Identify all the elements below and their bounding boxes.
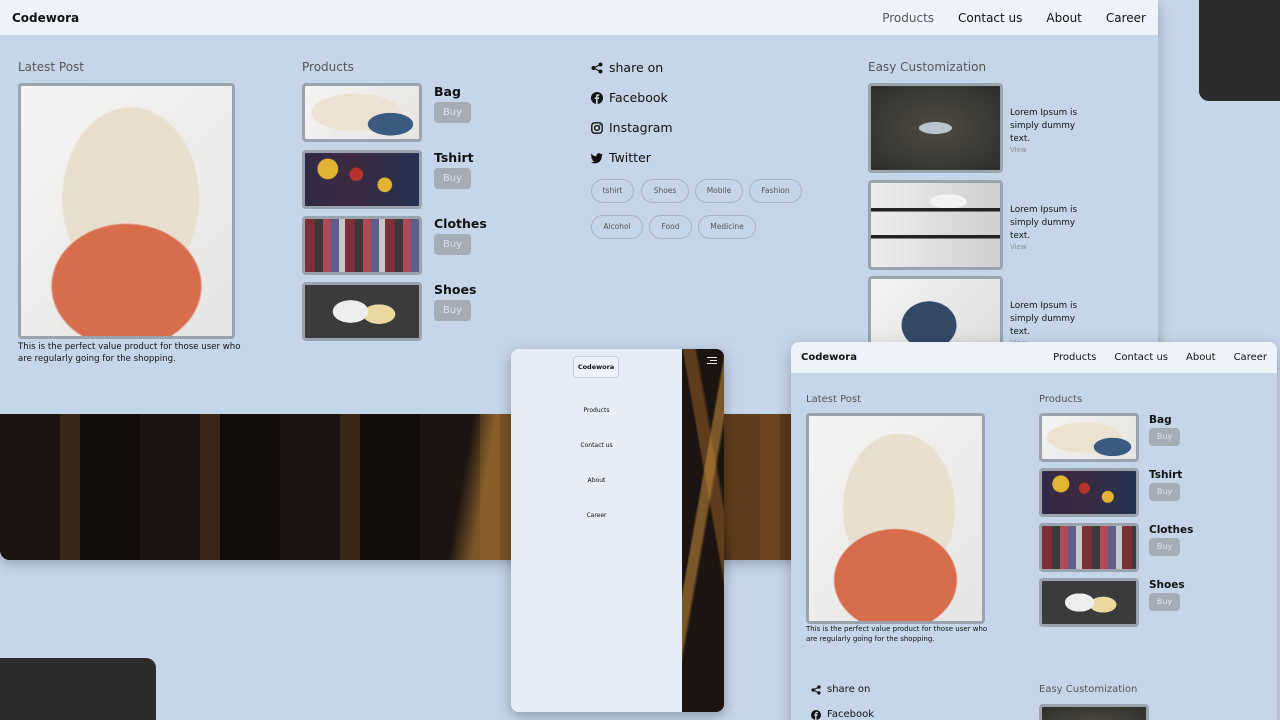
tablet-product-image-bag[interactable] bbox=[1039, 413, 1139, 462]
latest-post-title: Latest Post bbox=[18, 60, 85, 74]
mobile-nav-career[interactable]: Career bbox=[511, 512, 682, 519]
latest-post-image[interactable] bbox=[18, 83, 235, 339]
customization-desc-3: Lorem Ipsum is simply dummy text. bbox=[1010, 301, 1078, 337]
tablet-product-name-clothes: Clothes bbox=[1149, 524, 1194, 536]
tablet-products-title: Products bbox=[1039, 394, 1083, 405]
facebook-icon bbox=[591, 91, 603, 104]
tablet-product-image-tshirt[interactable] bbox=[1039, 468, 1139, 517]
tablet-product-image-clothes[interactable] bbox=[1039, 523, 1139, 572]
tag-alcohol[interactable]: Alcohol bbox=[591, 215, 643, 239]
tablet-easy-customization-title: Easy Customization bbox=[1039, 684, 1138, 695]
product-name-tshirt: Tshirt bbox=[434, 150, 474, 165]
mobile-nav-about[interactable]: About bbox=[511, 477, 682, 484]
tablet-nav-career[interactable]: Career bbox=[1234, 352, 1267, 363]
buy-button-clothes[interactable]: Buy bbox=[434, 234, 471, 255]
decor-dark-block-bottom-left bbox=[0, 658, 156, 720]
share-facebook-label: Facebook bbox=[609, 90, 668, 105]
share-icon bbox=[591, 62, 603, 73]
tablet-latest-post-image[interactable] bbox=[806, 413, 985, 624]
products-title: Products bbox=[302, 60, 354, 74]
tag-food[interactable]: Food bbox=[649, 215, 692, 239]
customization-text-2: Lorem Ipsum is simply dummy text. View bbox=[1010, 204, 1090, 252]
tablet-latest-post-caption: This is the perfect value product for th… bbox=[806, 625, 988, 643]
tablet-facebook-icon bbox=[811, 709, 821, 720]
tablet-share-icon bbox=[811, 684, 821, 695]
tablet-nav-about[interactable]: About bbox=[1186, 352, 1216, 363]
brand-logo[interactable]: Codewora bbox=[12, 11, 79, 25]
mobile-nav-products[interactable]: Products bbox=[511, 407, 682, 414]
tag-mobile[interactable]: Mobile bbox=[695, 179, 743, 203]
share-twitter[interactable]: Twitter bbox=[591, 150, 651, 165]
tablet-buy-button-bag[interactable]: Buy bbox=[1149, 428, 1180, 446]
customization-desc-1: Lorem Ipsum is simply dummy text. bbox=[1010, 108, 1078, 144]
tablet-share-on-label: share on bbox=[827, 684, 871, 695]
tag-medicine[interactable]: Medicine bbox=[698, 215, 756, 239]
tablet-share-facebook[interactable]: Facebook bbox=[811, 709, 874, 720]
product-image-bag[interactable] bbox=[302, 83, 422, 142]
share-on-label: share on bbox=[609, 60, 664, 75]
share-instagram-label: Instagram bbox=[609, 120, 673, 135]
mobile-nav-contact-us[interactable]: Contact us bbox=[511, 442, 682, 449]
tablet-buy-button-shoes[interactable]: Buy bbox=[1149, 593, 1180, 611]
navbar: Codewora Products Contact us About Caree… bbox=[0, 0, 1158, 35]
tablet-nav-products[interactable]: Products bbox=[1053, 352, 1096, 363]
tablet-brand-logo[interactable]: Codewora bbox=[801, 352, 857, 363]
product-image-clothes[interactable] bbox=[302, 216, 422, 275]
tablet-latest-post-title: Latest Post bbox=[806, 394, 862, 405]
tablet-nav-links: Products Contact us About Career bbox=[1053, 352, 1267, 363]
nav-about[interactable]: About bbox=[1046, 11, 1081, 25]
tablet-customization-image-drone[interactable] bbox=[1039, 704, 1149, 720]
tablet-nav-contact-us[interactable]: Contact us bbox=[1114, 352, 1168, 363]
buy-button-tshirt[interactable]: Buy bbox=[434, 168, 471, 189]
tablet-share-facebook-label: Facebook bbox=[827, 709, 874, 720]
hamburger-menu-icon[interactable] bbox=[707, 357, 717, 365]
tablet-buy-button-tshirt[interactable]: Buy bbox=[1149, 483, 1180, 501]
customization-image-shelf[interactable] bbox=[868, 180, 1003, 270]
share-twitter-label: Twitter bbox=[609, 150, 651, 165]
customization-image-drone[interactable] bbox=[868, 83, 1003, 173]
tablet-product-image-shoes[interactable] bbox=[1039, 578, 1139, 627]
customization-text-1: Lorem Ipsum is simply dummy text. View bbox=[1010, 107, 1090, 155]
share-instagram[interactable]: Instagram bbox=[591, 120, 673, 135]
mobile-side-menu: Codewora Products Contact us About Caree… bbox=[511, 349, 682, 712]
tag-fashion[interactable]: Fashion bbox=[749, 179, 802, 203]
share-on-heading: share on bbox=[591, 60, 663, 75]
tag-shoes[interactable]: Shoes bbox=[641, 179, 689, 203]
nav-contact-us[interactable]: Contact us bbox=[958, 11, 1022, 25]
tablet-product-name-tshirt: Tshirt bbox=[1149, 469, 1183, 481]
latest-post-caption: This is the perfect value product for th… bbox=[18, 342, 241, 365]
view-link-1[interactable]: View bbox=[1010, 145, 1090, 155]
mobile-background-image bbox=[682, 349, 724, 712]
product-name-clothes: Clothes bbox=[434, 216, 487, 231]
tag-tshirt[interactable]: tshirt bbox=[591, 179, 634, 203]
buy-button-shoes[interactable]: Buy bbox=[434, 300, 471, 321]
instagram-icon bbox=[591, 121, 603, 134]
product-image-shoes[interactable] bbox=[302, 282, 422, 341]
nav-career[interactable]: Career bbox=[1106, 11, 1146, 25]
product-name-bag: Bag bbox=[434, 84, 461, 99]
easy-customization-title: Easy Customization bbox=[868, 60, 987, 74]
share-facebook[interactable]: Facebook bbox=[591, 90, 668, 105]
tablet-product-name-bag: Bag bbox=[1149, 414, 1172, 426]
mobile-brand-logo[interactable]: Codewora bbox=[573, 356, 619, 378]
buy-button-bag[interactable]: Buy bbox=[434, 102, 471, 123]
tablet-preview: Codewora Products Contact us About Caree… bbox=[791, 342, 1277, 720]
customization-desc-2: Lorem Ipsum is simply dummy text. bbox=[1010, 205, 1078, 241]
product-image-tshirt[interactable] bbox=[302, 150, 422, 209]
tablet-buy-button-clothes[interactable]: Buy bbox=[1149, 538, 1180, 556]
decor-dark-block-top-right bbox=[1199, 0, 1280, 101]
mobile-preview: Codewora Products Contact us About Caree… bbox=[511, 349, 724, 712]
tablet-product-name-shoes: Shoes bbox=[1149, 579, 1185, 591]
product-name-shoes: Shoes bbox=[434, 282, 477, 297]
view-link-2[interactable]: View bbox=[1010, 242, 1090, 252]
nav-products[interactable]: Products bbox=[882, 11, 934, 25]
tablet-share-on-heading: share on bbox=[811, 684, 870, 695]
tablet-navbar: Codewora Products Contact us About Caree… bbox=[791, 342, 1277, 373]
nav-links: Products Contact us About Career bbox=[882, 11, 1146, 25]
twitter-icon bbox=[591, 152, 603, 163]
